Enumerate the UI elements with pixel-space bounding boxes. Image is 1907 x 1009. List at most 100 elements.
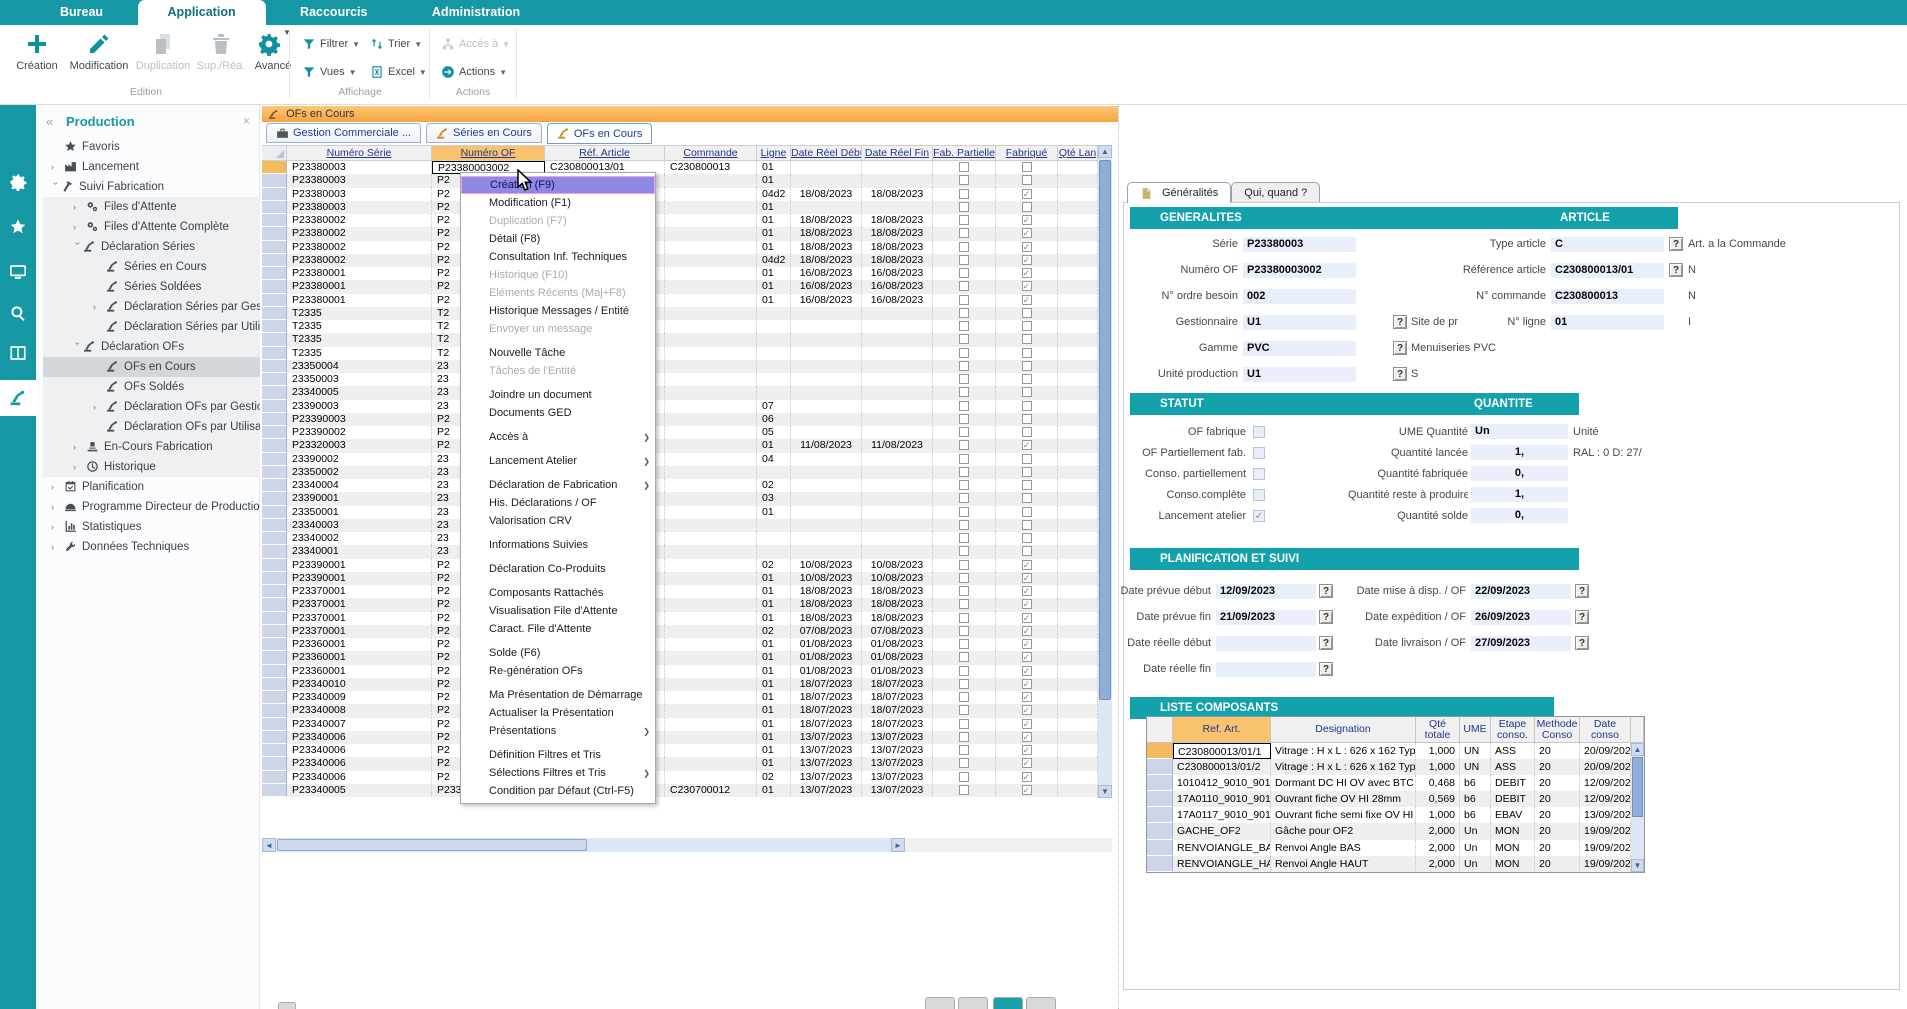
table-row[interactable]: P23380002 P2 01 18/08/2023 18/08/2023: [262, 241, 1112, 254]
table-row[interactable]: P23370001 P2 01 18/08/2023 18/08/2023: [262, 612, 1112, 625]
cell-ligne[interactable]: [757, 307, 791, 320]
context-menu-item[interactable]: Création (F9): [461, 176, 655, 194]
cell-date-reel-debut[interactable]: 18/08/2023: [791, 241, 862, 254]
tree-item[interactable]: ›Programme Directeur de Production: [43, 497, 260, 517]
tree-item[interactable]: ›Déclaration OFs: [43, 337, 260, 357]
column-header-ume[interactable]: UME: [1460, 717, 1491, 743]
cell-qte-totale[interactable]: 0,569: [1416, 791, 1460, 807]
cell-qte-lancee[interactable]: [1058, 572, 1098, 585]
table-row[interactable]: P23360001 P2 01 01/08/2023 01/08/2023: [262, 665, 1112, 678]
cell-qte-lancee[interactable]: [1058, 744, 1098, 757]
cell-qte-lancee[interactable]: [1058, 241, 1098, 254]
cell-date-reel-fin[interactable]: 13/07/2023: [862, 784, 933, 797]
table-row[interactable]: P23370001 P2 01 18/08/2023 18/08/2023: [262, 585, 1112, 598]
cell-methode-conso[interactable]: 20: [1535, 856, 1580, 872]
column-header-date-conso[interactable]: Date conso: [1580, 717, 1631, 743]
cell-ligne[interactable]: 01: [757, 439, 791, 452]
chevron-icon[interactable]: ›: [68, 242, 88, 252]
cell-date-reel-fin[interactable]: 16/08/2023: [862, 280, 933, 293]
cell-date-reel-debut[interactable]: 18/08/2023: [791, 598, 862, 611]
cell-qte-lancee[interactable]: [1058, 254, 1098, 267]
cell-commande[interactable]: [665, 373, 757, 386]
table-row[interactable]: 23390002 23 04: [262, 453, 1112, 466]
fab-partielle-checkbox[interactable]: [959, 652, 969, 662]
context-menu-item[interactable]: Ma Présentation de Démarrage: [461, 686, 655, 704]
cell-commande[interactable]: [665, 386, 757, 399]
cell-numero-serie[interactable]: P23360001: [287, 638, 432, 651]
fab-partielle-checkbox[interactable]: [959, 242, 969, 252]
cell-qte-lancee[interactable]: [1058, 559, 1098, 572]
cell-ligne[interactable]: [757, 333, 791, 346]
table-row[interactable]: P23380002 P2 01 18/08/2023 18/08/2023: [262, 227, 1112, 240]
fab-partielle-checkbox[interactable]: [959, 613, 969, 623]
chevron-icon[interactable]: ›: [51, 157, 64, 177]
fabrique-checkbox[interactable]: [1022, 162, 1032, 172]
strip-item[interactable]: [0, 209, 36, 245]
cell-ume[interactable]: UN: [1460, 743, 1491, 759]
cell-date-reel-fin[interactable]: [862, 174, 933, 187]
composant-row[interactable]: RENVOIANGLE_HAUT Renvoi Angle HAUT 2,000…: [1147, 856, 1644, 872]
cell-commande[interactable]: [665, 572, 757, 585]
cell-numero-serie[interactable]: P23380003: [287, 174, 432, 187]
tree-item[interactable]: ›Suivi Fabrication: [43, 177, 260, 197]
cell-commande[interactable]: [665, 691, 757, 704]
cell-date-reel-fin[interactable]: [862, 201, 933, 214]
fab-partielle-checkbox[interactable]: [959, 467, 969, 477]
sidebar-close-icon[interactable]: ×: [243, 114, 250, 128]
app-menu-tab[interactable]: Administration: [402, 0, 550, 25]
row-selector[interactable]: [262, 731, 287, 744]
cell-date-conso[interactable]: 20/09/2023: [1580, 743, 1631, 759]
fab-partielle-checkbox[interactable]: [959, 785, 969, 795]
cell-ligne[interactable]: [757, 347, 791, 360]
table-row[interactable]: P23360001 P2 01 01/08/2023 01/08/2023: [262, 638, 1112, 651]
fabrique-checkbox[interactable]: [1022, 467, 1032, 477]
cell-ligne[interactable]: 01: [757, 678, 791, 691]
fabrique-checkbox[interactable]: [1022, 321, 1032, 331]
fab-partielle-checkbox[interactable]: [959, 719, 969, 729]
fab-partielle-checkbox[interactable]: [959, 255, 969, 265]
tree-item[interactable]: ›Déclaration Séries par Gestionnaire: [43, 297, 260, 317]
help-button[interactable]: ?: [1319, 662, 1333, 676]
document-tab[interactable]: OFs en Cours: [547, 123, 652, 144]
chevron-icon[interactable]: ›: [93, 297, 106, 317]
cell-date-reel-fin[interactable]: [862, 161, 933, 174]
cell-qte-lancee[interactable]: [1058, 532, 1098, 545]
row-selector[interactable]: [262, 400, 287, 413]
cell-commande[interactable]: [665, 426, 757, 439]
cell-qte-lancee[interactable]: [1058, 426, 1098, 439]
cell-date-reel-fin[interactable]: 01/08/2023: [862, 665, 933, 678]
cell-date-reel-debut[interactable]: 16/08/2023: [791, 280, 862, 293]
fabrique-checkbox[interactable]: [1022, 745, 1032, 755]
cell-qte-lancee[interactable]: [1058, 161, 1098, 174]
cell-commande[interactable]: [665, 718, 757, 731]
field-value[interactable]: 21/09/2023: [1216, 610, 1316, 625]
cell-date-reel-debut[interactable]: [791, 453, 862, 466]
table-row[interactable]: P23340008 P2 01 18/07/2023 18/07/2023: [262, 704, 1112, 717]
cell-date-reel-debut[interactable]: 07/08/2023: [791, 625, 862, 638]
table-row[interactable]: P23370001 P2 02 07/08/2023 07/08/2023: [262, 625, 1112, 638]
cell-commande[interactable]: [665, 532, 757, 545]
cell-numero-serie[interactable]: P23380003: [287, 201, 432, 214]
cell-qte-lancee[interactable]: [1058, 678, 1098, 691]
fabrique-checkbox[interactable]: [1022, 705, 1032, 715]
cell-numero-serie[interactable]: P23360001: [287, 665, 432, 678]
fab-partielle-checkbox[interactable]: [959, 202, 969, 212]
cell-commande[interactable]: [665, 280, 757, 293]
column-header-methode-conso[interactable]: Methode Conso: [1535, 717, 1580, 743]
fabrique-checkbox[interactable]: [1022, 361, 1032, 371]
field-value[interactable]: Un: [1471, 424, 1568, 439]
cell-ligne[interactable]: [757, 545, 791, 558]
fab-partielle-checkbox[interactable]: [959, 348, 969, 358]
cell-commande[interactable]: [665, 559, 757, 572]
cell-ligne[interactable]: 01: [757, 585, 791, 598]
cell-date-reel-fin[interactable]: [862, 532, 933, 545]
table-row[interactable]: P23370001 P2 01 18/08/2023 18/08/2023: [262, 598, 1112, 611]
fabrique-checkbox[interactable]: [1022, 666, 1032, 676]
cell-date-reel-debut[interactable]: [791, 333, 862, 346]
fab-partielle-checkbox[interactable]: [959, 387, 969, 397]
cell-etape-conso[interactable]: MON: [1491, 823, 1535, 839]
help-button[interactable]: ?: [1393, 341, 1407, 355]
cell-date-reel-debut[interactable]: [791, 347, 862, 360]
cell-qte-totale[interactable]: 2,000: [1416, 856, 1460, 872]
cell-ligne[interactable]: 01: [757, 280, 791, 293]
